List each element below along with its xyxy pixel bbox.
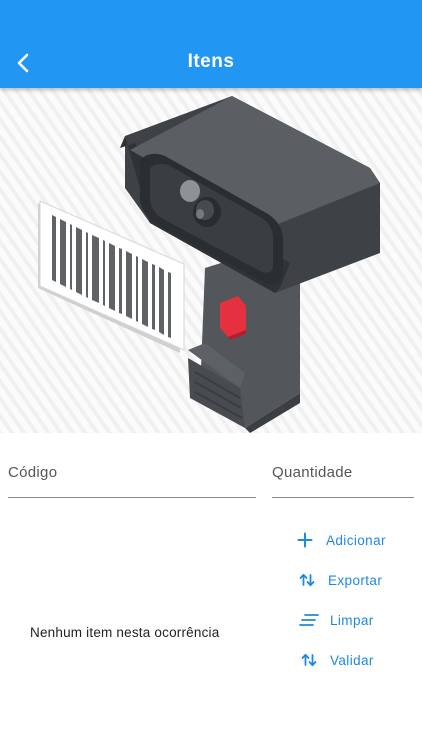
code-input[interactable] xyxy=(8,448,256,498)
swap-vertical-icon xyxy=(292,570,322,590)
clear-button-label: Limpar xyxy=(330,612,374,628)
plus-icon xyxy=(290,530,320,550)
clear-button[interactable]: Limpar xyxy=(290,600,410,640)
page-title: Itens xyxy=(187,51,235,72)
validate-button[interactable]: Validar xyxy=(290,640,410,680)
app-screen: Itens Código Quantidade Nenhum item nest… xyxy=(0,0,422,750)
quantity-input[interactable] xyxy=(272,448,414,498)
clear-lines-icon xyxy=(294,610,324,630)
app-bar: Itens xyxy=(0,0,422,88)
swap-vertical-icon xyxy=(294,650,324,670)
add-button[interactable]: Adicionar xyxy=(290,520,410,560)
validate-button-label: Validar xyxy=(330,652,374,668)
action-list: Adicionar Exportar Limpar Validar xyxy=(290,520,410,680)
add-button-label: Adicionar xyxy=(326,532,386,548)
export-button-label: Exportar xyxy=(328,572,383,588)
empty-state-message: Nenhum item nesta ocorrência xyxy=(30,625,220,640)
quantity-field[interactable] xyxy=(272,448,414,500)
code-field[interactable] xyxy=(8,448,256,500)
export-button[interactable]: Exportar xyxy=(290,560,410,600)
barcode-scanner-illustration xyxy=(0,88,422,433)
